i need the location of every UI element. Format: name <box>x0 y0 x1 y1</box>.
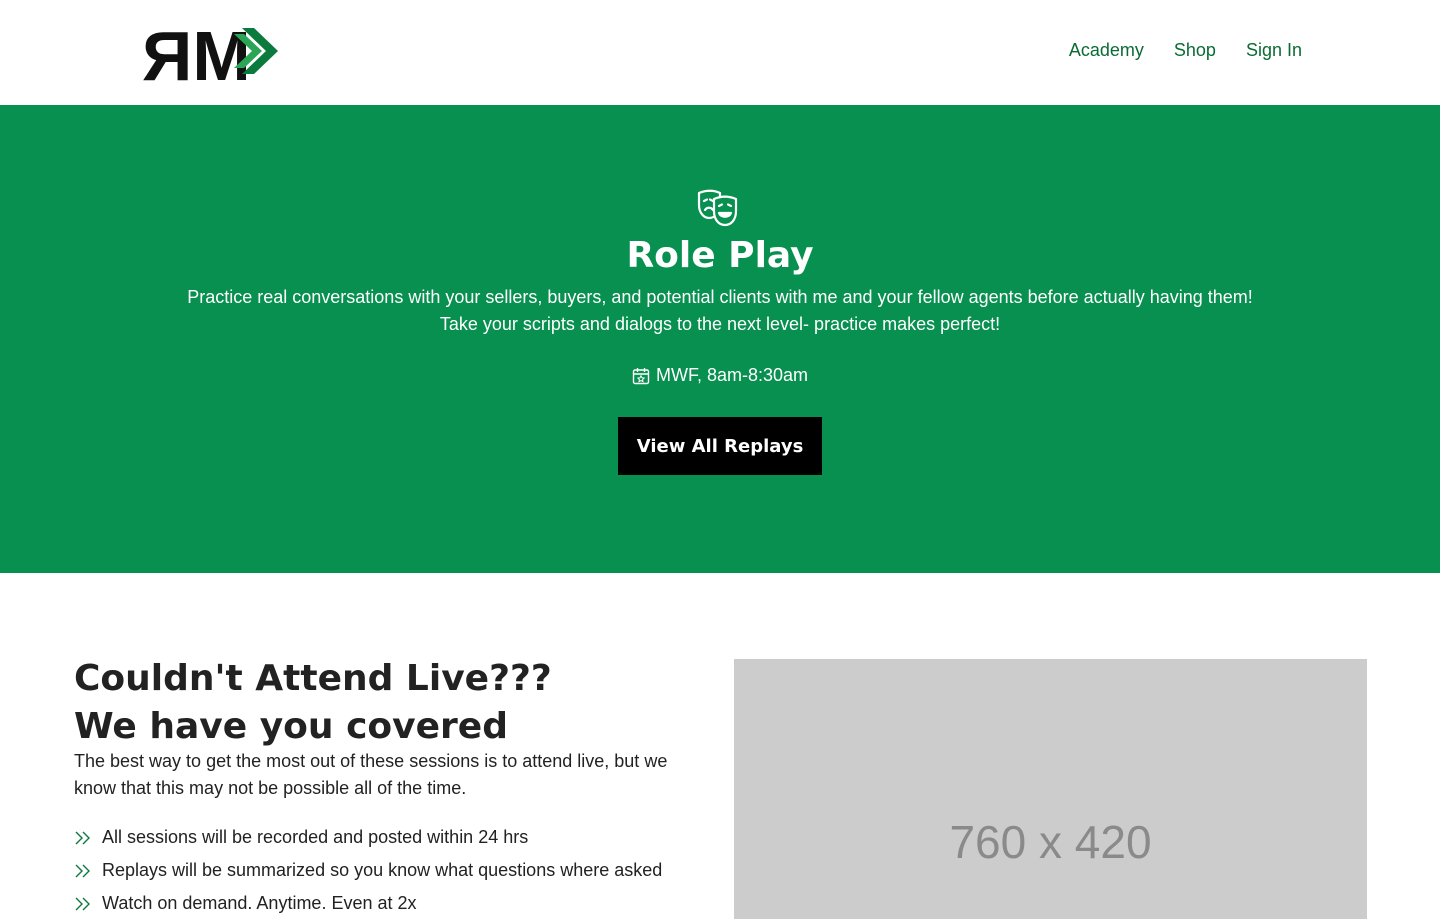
view-all-replays-button[interactable]: View All Replays <box>618 417 822 475</box>
theater-masks-icon <box>697 189 738 227</box>
nav-sign-in[interactable]: Sign In <box>1246 40 1302 61</box>
section-description: The best way to get the most out of thes… <box>74 751 668 798</box>
placeholder-label: 760 x 420 <box>949 816 1152 868</box>
nav-shop[interactable]: Shop <box>1174 40 1216 61</box>
nav-academy[interactable]: Academy <box>1069 40 1144 61</box>
image-placeholder: 760 x 420 <box>734 659 1367 919</box>
schedule-text: MWF, 8am-8:30am <box>655 365 809 385</box>
double-chevron-right-icon <box>75 864 90 877</box>
list-item-text: Watch on demand. Anytime. Even at 2x <box>102 893 417 913</box>
double-chevron-right-icon <box>75 831 90 844</box>
schedule-info: MWF, 8am-8:30am <box>0 365 1440 386</box>
section-title-line-1: Couldn't Attend Live??? <box>74 658 552 699</box>
main-nav: Academy Shop Sign In <box>1069 40 1302 61</box>
hero-section: Role Play Practice real conversations wi… <box>0 105 1440 573</box>
rm-logo[interactable]: ЯM <box>142 20 282 84</box>
hero-description-line-1: Practice real conversations with your se… <box>187 287 1253 307</box>
site-header: ЯM Academy Shop Sign In <box>0 0 1440 105</box>
hero-title: Role Play <box>626 235 814 276</box>
list-item-text: All sessions will be recorded and posted… <box>102 827 529 847</box>
hero-description: Practice real conversations with your se… <box>0 284 1440 338</box>
feature-list: All sessions will be recorded and posted… <box>74 821 662 920</box>
section-title: Couldn't Attend Live??? We have you cove… <box>74 655 552 751</box>
list-item: Watch on demand. Anytime. Even at 2x <box>74 887 662 920</box>
double-chevron-right-icon <box>75 897 90 910</box>
svg-text:ЯM: ЯM <box>142 20 251 84</box>
calendar-star-icon <box>632 367 650 384</box>
section-title-line-2: We have you covered <box>74 706 508 747</box>
list-item-text: Replays will be summarized so you know w… <box>102 860 663 880</box>
list-item: All sessions will be recorded and posted… <box>74 821 662 854</box>
replays-section: Couldn't Attend Live??? We have you cove… <box>0 573 1440 919</box>
hero-description-line-2: Take your scripts and dialogs to the nex… <box>439 314 1001 334</box>
list-item: Replays will be summarized so you know w… <box>74 854 662 887</box>
